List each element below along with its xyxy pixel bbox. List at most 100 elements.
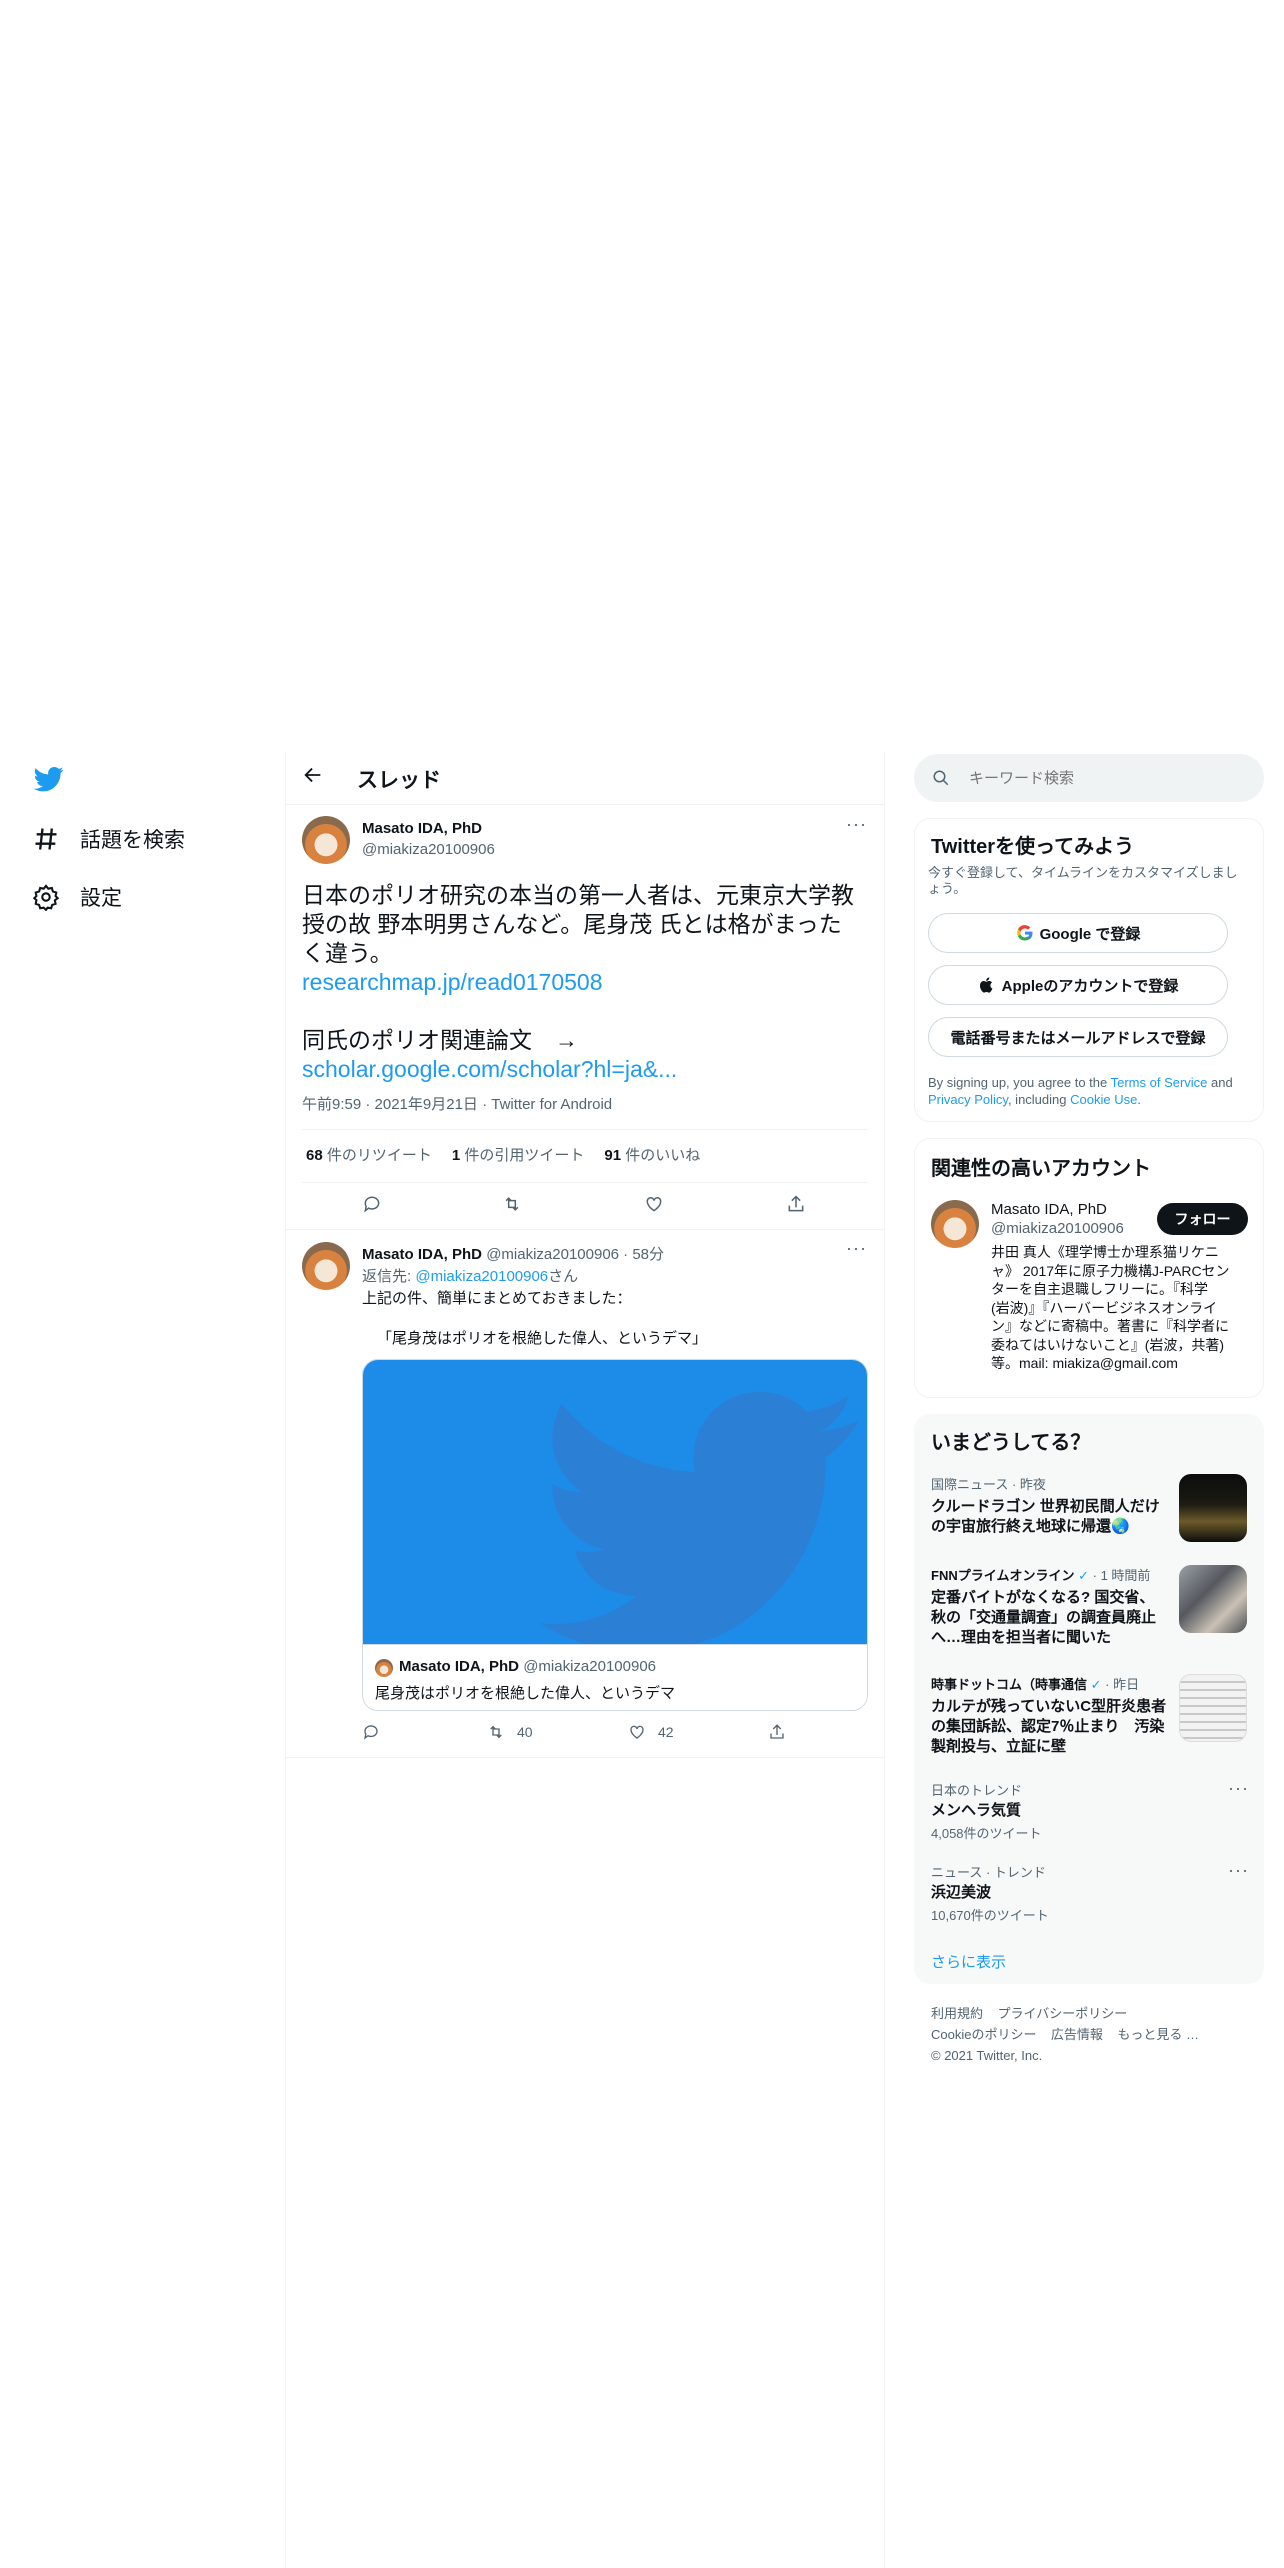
tweet-link-scholar[interactable]: scholar.google.com/scholar?hl=ja&... bbox=[302, 1055, 872, 1084]
tweet-stats: 68 件のリツイート 1 件の引用ツイート 91 件のいいね bbox=[306, 1144, 700, 1165]
google-icon bbox=[1016, 925, 1033, 941]
avatar[interactable] bbox=[302, 816, 350, 864]
tweet-text-line: 授の故 野本明男さんなど。尾身茂 氏とは格がまった bbox=[302, 911, 842, 937]
apple-icon bbox=[979, 977, 993, 993]
stats-divider-bottom bbox=[302, 1182, 868, 1183]
bio-line: ャ》 2017年に原子力機構J-PARCセン bbox=[991, 1262, 1230, 1279]
reply-icon bbox=[364, 1196, 380, 1213]
more-options-icon[interactable]: ··· bbox=[846, 814, 867, 835]
google-signup-button[interactable]: Google で登録 bbox=[928, 913, 1228, 953]
reply-to-handle-link[interactable]: @miakiza20100906 bbox=[415, 1268, 548, 1285]
trend-item-1[interactable]: 日本のトレンド メンヘラ気質 4,058件のツイート bbox=[931, 1780, 1211, 1842]
bio-line: 井田 真人《理学博士か理系猫リケニ bbox=[991, 1244, 1219, 1260]
terms-link[interactable]: Terms of Service bbox=[1111, 1075, 1208, 1090]
tweet-text-line: 日本のポリオ研究の本当の第一人者は、元東京大学教 bbox=[302, 882, 854, 908]
quotes-stat[interactable]: 1 件の引用ツイート bbox=[452, 1144, 585, 1165]
news-item-2[interactable]: FNNプライムオンライン ✓ · 1 時間前 定番バイトがなくなる? 国交省、 … bbox=[931, 1565, 1171, 1648]
bio-line: ターを自主退職しフリーに。『科学 bbox=[991, 1281, 1208, 1297]
apple-signup-button[interactable]: Appleのアカウントで登録 bbox=[928, 965, 1228, 1005]
retweet-button[interactable]: 40 bbox=[487, 1723, 533, 1741]
nav-settings[interactable]: 設定 bbox=[32, 877, 122, 917]
search-input[interactable] bbox=[969, 766, 1249, 790]
share-button[interactable] bbox=[768, 1723, 798, 1741]
card-author-handle: @miakiza20100906 bbox=[523, 1658, 656, 1675]
main-column-left-border bbox=[285, 752, 286, 2568]
nav-settings-label: 設定 bbox=[80, 887, 122, 910]
hashtag-icon bbox=[35, 828, 57, 850]
tweet-timestamp[interactable]: 午前9:59 · 2021年9月21日 · Twitter for Androi… bbox=[302, 1093, 612, 1114]
footer-link-more[interactable]: もっと見る … bbox=[1117, 2027, 1199, 2042]
retweets-stat[interactable]: 68 件のリツイート bbox=[306, 1144, 432, 1165]
retweet-count: 40 bbox=[517, 1724, 533, 1740]
footer-link-privacy[interactable]: プライバシーポリシー bbox=[997, 2006, 1127, 2021]
bio-line: 委ねてはいけないこと』(岩波，共著) bbox=[991, 1336, 1225, 1353]
more-options-icon[interactable]: ··· bbox=[846, 1238, 867, 1259]
tweet-author-name[interactable]: Masato IDA, PhD bbox=[362, 820, 482, 837]
tweet-link-researchmap[interactable]: researchmap.jp/read0170508 bbox=[302, 968, 872, 997]
twitter-logo-icon[interactable] bbox=[32, 764, 66, 794]
related-account-name[interactable]: Masato IDA, PhD bbox=[991, 1201, 1107, 1218]
more-options-icon[interactable]: ··· bbox=[1228, 1778, 1249, 1799]
reply-author-name[interactable]: Masato IDA, PhD bbox=[362, 1246, 482, 1263]
tweet-divider bbox=[286, 1229, 884, 1230]
heart-icon bbox=[630, 1725, 644, 1739]
back-button[interactable] bbox=[302, 764, 328, 790]
avatar[interactable] bbox=[302, 1242, 350, 1290]
link-card-footer: Masato IDA, PhD @miakiza20100906 尾身茂はポリオ… bbox=[363, 1644, 867, 1710]
footer-link-ads[interactable]: 広告情報 bbox=[1051, 2027, 1103, 2042]
bio-line: ン』などに寄稿中。著書に『科学者に bbox=[991, 1318, 1229, 1334]
reply-button[interactable] bbox=[362, 1194, 394, 1214]
trend-item-2[interactable]: ニュース · トレンド 浜辺美波 10,670件のツイート bbox=[931, 1862, 1211, 1924]
follow-button[interactable]: フォロー bbox=[1157, 1203, 1248, 1235]
trends-title: いまどうしてる？ bbox=[931, 1432, 1091, 1454]
retweet-icon bbox=[505, 1197, 519, 1211]
nav-explore[interactable]: 話題を検索 bbox=[32, 819, 185, 859]
page-title: スレッド bbox=[357, 769, 441, 792]
footer-copyright: © 2021 Twitter, Inc. bbox=[931, 2048, 1043, 2063]
tweet-text-line: 同氏のポリオ関連論文 → bbox=[302, 1027, 578, 1053]
search-icon bbox=[933, 770, 949, 786]
related-account-bio: 井田 真人《理学博士か理系猫リケニ ャ》 2017年に原子力機構J-PARCセン… bbox=[991, 1243, 1253, 1373]
tweet-author-handle[interactable]: @miakiza20100906 bbox=[362, 841, 495, 858]
signup-title: Twitterを使ってみよう bbox=[931, 836, 1135, 858]
reply-header: Masato IDA, PhD @miakiza20100906 · 58分 bbox=[362, 1243, 664, 1264]
news-thumbnail bbox=[1179, 1674, 1247, 1742]
more-options-icon[interactable]: ··· bbox=[1228, 1860, 1249, 1881]
news-item-3[interactable]: 時事ドットコム（時事通信 ✓ · 昨日 カルテが残っていないC型肝炎患者 の集団… bbox=[931, 1674, 1171, 1757]
main-column-right-border bbox=[884, 752, 885, 2568]
signup-subtitle: 今すぐ登録して、タイムラインをカスタマイズしまし ょう。 bbox=[928, 865, 1238, 896]
phone-email-signup-button[interactable]: 電話番号またはメールアドレスで登録 bbox=[928, 1017, 1228, 1057]
bio-line: 等。mail: miakiza@gmail.com bbox=[991, 1355, 1178, 1371]
privacy-link[interactable]: Privacy Policy bbox=[928, 1092, 1008, 1107]
reply-text-line: 上記の件、簡単にまとめておきました： bbox=[362, 1290, 632, 1307]
related-account-handle[interactable]: @miakiza20100906 bbox=[991, 1220, 1124, 1237]
nav-explore-label: 話題を検索 bbox=[80, 829, 185, 852]
show-more-link[interactable]: さらに表示 bbox=[931, 1951, 1006, 1972]
stats-divider-top bbox=[302, 1129, 868, 1130]
reply-button[interactable] bbox=[362, 1723, 392, 1741]
cookie-link[interactable]: Cookie Use bbox=[1070, 1092, 1137, 1107]
search-bar[interactable] bbox=[914, 754, 1264, 802]
news-item-1[interactable]: 国際ニュース · 昨夜 クルードラゴン 世界初民間人だけ の宇宙旅行終え地球に帰… bbox=[931, 1474, 1171, 1537]
tweet-text: 日本のポリオ研究の本当の第一人者は、元東京大学教 授の故 野本明男さんなど。尾身… bbox=[302, 881, 872, 1084]
share-button[interactable] bbox=[786, 1194, 818, 1214]
twitter-bird-watermark-icon bbox=[539, 1392, 858, 1644]
link-card-image bbox=[363, 1360, 867, 1644]
signup-terms: By signing up, you agree to the Terms of… bbox=[928, 1075, 1233, 1107]
reply-icon bbox=[363, 1725, 378, 1740]
link-card[interactable]: Masato IDA, PhD @miakiza20100906 尾身茂はポリオ… bbox=[362, 1359, 868, 1711]
footer-link-terms[interactable]: 利用規約 bbox=[931, 2006, 983, 2021]
reply-author-handle-time[interactable]: @miakiza20100906 · 58分 bbox=[486, 1246, 664, 1263]
like-button[interactable] bbox=[644, 1194, 676, 1214]
retweet-button[interactable] bbox=[502, 1194, 534, 1214]
tweet-text-line: く違う。 bbox=[302, 940, 393, 966]
footer-link-cookie[interactable]: Cookieのポリシー bbox=[931, 2027, 1036, 2042]
likes-stat[interactable]: 91 件のいいね bbox=[604, 1144, 700, 1165]
avatar[interactable] bbox=[931, 1200, 979, 1248]
arrow-left-icon bbox=[304, 767, 321, 783]
reply-to-line: 返信先: @miakiza20100906さん bbox=[362, 1268, 579, 1285]
like-count: 42 bbox=[658, 1724, 674, 1740]
card-title: 尾身茂はポリオを根絶した偉人、というデマ bbox=[375, 1685, 676, 1702]
like-button[interactable]: 42 bbox=[628, 1723, 674, 1741]
heart-icon bbox=[646, 1196, 662, 1212]
